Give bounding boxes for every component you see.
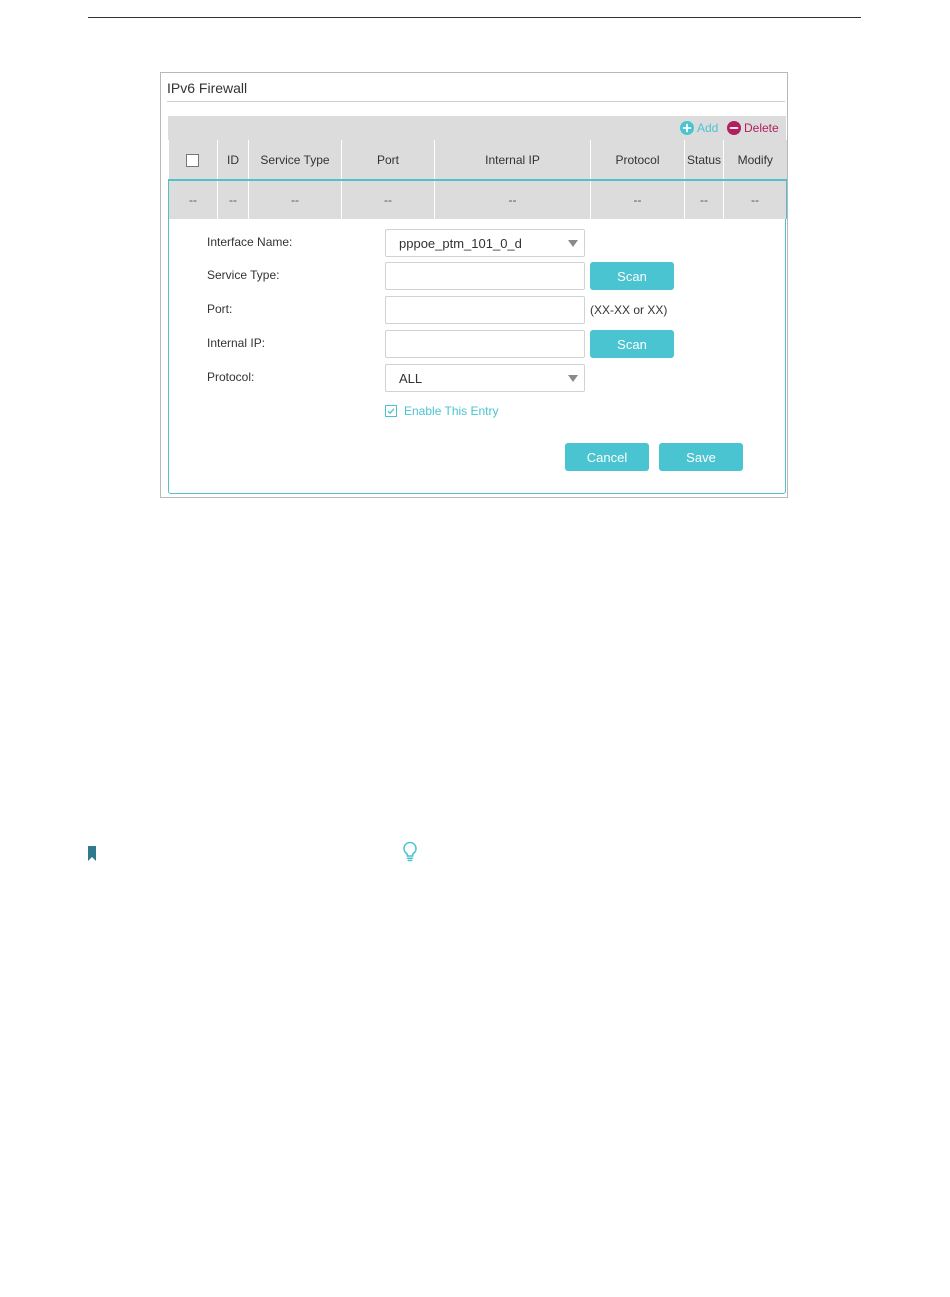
- lightbulb-icon: [402, 841, 418, 867]
- checkmark-icon: [385, 405, 397, 417]
- enable-entry-checkbox[interactable]: Enable This Entry: [385, 404, 499, 418]
- column-header-id: ID: [217, 140, 249, 180]
- service-type-input[interactable]: [385, 262, 585, 290]
- internal-ip-input[interactable]: [385, 330, 585, 358]
- column-header-service-type: Service Type: [248, 140, 342, 180]
- table-cell: --: [168, 179, 218, 219]
- table-cell: --: [723, 179, 787, 219]
- table-cell: --: [684, 179, 724, 219]
- table-cell: --: [248, 179, 342, 219]
- port-label: Port:: [207, 302, 233, 316]
- title-divider: [167, 101, 785, 102]
- table-cell: --: [341, 179, 435, 219]
- protocol-label: Protocol:: [207, 370, 255, 384]
- table-cell: --: [590, 179, 685, 219]
- service-type-scan-button[interactable]: Scan: [590, 262, 674, 290]
- chevron-down-icon: [568, 375, 578, 382]
- panel-title: IPv6 Firewall: [167, 80, 248, 96]
- internal-ip-scan-button[interactable]: Scan: [590, 330, 674, 358]
- table-cell: --: [217, 179, 249, 219]
- page-top-rule: [88, 17, 861, 18]
- protocol-value: ALL: [399, 370, 423, 386]
- add-button[interactable]: Add: [680, 116, 718, 140]
- entry-edit-form: Interface Name: pppoe_ptm_101_0_d Servic…: [168, 219, 786, 494]
- interface-name-label: Interface Name:: [207, 235, 293, 249]
- service-type-label: Service Type:: [207, 268, 280, 282]
- plus-circle-icon: [680, 121, 694, 135]
- table-toolbar: Add Delete: [168, 116, 786, 140]
- column-header-port: Port: [341, 140, 435, 180]
- firewall-rules-table: ID Service Type Port Internal IP Protoco…: [168, 140, 787, 219]
- table-header-row: ID Service Type Port Internal IP Protoco…: [168, 140, 787, 180]
- select-all-cell: [168, 140, 218, 180]
- protocol-select[interactable]: ALL: [385, 364, 585, 392]
- cancel-button[interactable]: Cancel: [565, 443, 649, 471]
- ipv6-firewall-panel: IPv6 Firewall Add Delete ID Service Type: [160, 72, 788, 498]
- save-button[interactable]: Save: [659, 443, 743, 471]
- interface-name-select[interactable]: pppoe_ptm_101_0_d: [385, 229, 585, 257]
- enable-entry-label: Enable This Entry: [404, 404, 499, 418]
- minus-circle-icon: [727, 121, 741, 135]
- add-label: Add: [697, 121, 719, 135]
- delete-label: Delete: [744, 121, 779, 135]
- select-all-checkbox[interactable]: [186, 153, 200, 167]
- column-header-internal-ip: Internal IP: [434, 140, 591, 180]
- interface-name-value: pppoe_ptm_101_0_d: [399, 235, 522, 251]
- table-row: -- -- -- -- -- -- -- --: [168, 179, 787, 219]
- chevron-down-icon: [568, 240, 578, 247]
- table-cell: --: [434, 179, 591, 219]
- delete-button[interactable]: Delete: [727, 116, 779, 140]
- internal-ip-label: Internal IP:: [207, 336, 266, 350]
- column-header-status: Status: [684, 140, 724, 180]
- bookmark-icon: [88, 846, 96, 866]
- column-header-protocol: Protocol: [590, 140, 685, 180]
- port-input[interactable]: [385, 296, 585, 324]
- port-format-hint: (XX-XX or XX): [590, 303, 668, 317]
- column-header-modify: Modify: [723, 140, 787, 180]
